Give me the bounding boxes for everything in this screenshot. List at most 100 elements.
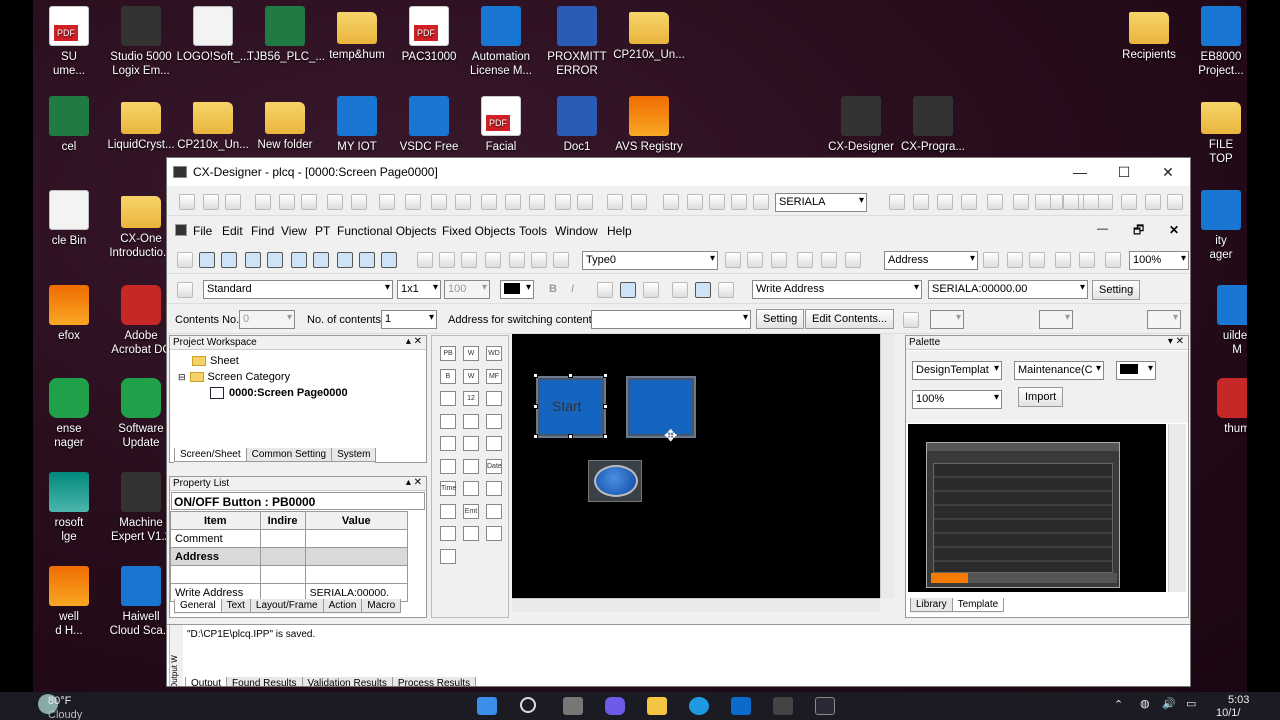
tree-item-category[interactable]: ⊟ Screen Category	[174, 369, 422, 385]
selection-handle[interactable]	[603, 373, 608, 378]
desktop-icon[interactable]: CP210x_Un...	[611, 6, 687, 62]
drawing-tool-icon[interactable]	[553, 252, 569, 268]
palette-zoom-combo[interactable]: 100%	[912, 390, 1002, 409]
desktop-icon[interactable]: cel	[33, 96, 107, 154]
color-combo[interactable]	[500, 280, 534, 299]
table-row[interactable]	[170, 565, 409, 584]
tree-item-page[interactable]: 0000:Screen Page0000	[174, 385, 422, 401]
desktop-icon[interactable]: uilder M	[1199, 285, 1247, 357]
toolbar-button-icon[interactable]	[505, 194, 521, 210]
property-pin-icon[interactable]: ▴ ✕	[406, 477, 422, 488]
desktop-icon[interactable]: M In	[1245, 566, 1247, 636]
drawing-tool-icon[interactable]	[381, 252, 397, 268]
write-address-combo[interactable]: Write Address	[752, 280, 922, 299]
close-button[interactable]: ✕	[1146, 164, 1190, 181]
row-value[interactable]	[304, 547, 409, 566]
toolbar-button-icon[interactable]	[351, 194, 367, 210]
doc-minimize-button[interactable]: —	[1097, 223, 1108, 235]
selection-handle[interactable]	[568, 434, 573, 439]
object-tool-icon[interactable]	[440, 526, 456, 541]
desktop-icon[interactable]: Ro Ins	[1245, 6, 1247, 78]
address-setting-button[interactable]: Setting	[1092, 280, 1141, 300]
desktop-icon[interactable]: EB8000 Project...	[1183, 6, 1247, 78]
selection-handle[interactable]	[533, 434, 538, 439]
align-tool-icon[interactable]	[1105, 252, 1121, 268]
style-combo[interactable]: Standard	[203, 280, 393, 299]
object-tool-icon[interactable]: Time	[440, 481, 456, 496]
minimize-button[interactable]: —	[1058, 164, 1102, 180]
toolbar-button-icon[interactable]	[631, 194, 647, 210]
selection-handle[interactable]	[533, 373, 538, 378]
tab-template[interactable]: Template	[951, 598, 1005, 612]
desktop-icon[interactable]: rosoft lge	[33, 472, 107, 544]
toolbar-button-icon[interactable]	[1083, 194, 1099, 210]
desktop-icon[interactable]: ense nager	[33, 378, 107, 450]
desktop-icon[interactable]: Facial	[463, 96, 539, 154]
tab-system[interactable]: System	[331, 448, 377, 462]
object-tool-icon[interactable]: W	[463, 346, 479, 361]
menu-find[interactable]: Find	[251, 224, 274, 238]
type-combo[interactable]: Type0	[582, 251, 718, 270]
network-icon[interactable]: ◍	[1140, 697, 1150, 710]
toolbar-button-icon[interactable]	[529, 194, 545, 210]
template-preview[interactable]	[908, 424, 1166, 592]
drawing-tool-icon[interactable]	[199, 252, 215, 268]
brush-icon[interactable]	[177, 282, 193, 298]
desktop-icon[interactable]: PAC31000	[391, 6, 467, 64]
drawing-tool-icon[interactable]	[291, 252, 307, 268]
desktop-icon[interactable]: thum	[1199, 378, 1247, 436]
toolbar-button-icon[interactable]	[1167, 194, 1183, 210]
desktop-icon[interactable]: ity ager	[1183, 190, 1247, 262]
desktop-icon[interactable]: CX-Designer	[823, 96, 899, 154]
object-tool-icon[interactable]: Date	[486, 458, 502, 474]
align-tool-icon[interactable]	[845, 252, 861, 268]
start-menu-icon[interactable]	[477, 697, 497, 715]
object-tool-icon[interactable]	[463, 413, 479, 429]
desktop-icon[interactable]: CX-Progra...	[895, 96, 971, 154]
object-tool-icon[interactable]: Emt	[463, 503, 479, 519]
collapse-icon[interactable]: ⊟	[178, 369, 186, 385]
toolbar-button-icon[interactable]	[1063, 194, 1079, 210]
align-right-icon[interactable]	[643, 282, 659, 298]
cx-designer-taskbar-icon[interactable]	[815, 697, 835, 715]
port-combo[interactable]: SERIALA	[775, 193, 867, 212]
object-tool-icon[interactable]	[486, 526, 502, 541]
desktop-icon[interactable]: Pow	[1245, 96, 1247, 154]
bold-icon[interactable]: B	[549, 283, 557, 295]
align-tool-icon[interactable]	[771, 252, 787, 268]
desktop-icon[interactable]: Stu	[1245, 378, 1247, 436]
desktop-icon[interactable]: TJB56_PLC_...	[247, 6, 325, 64]
table-row[interactable]: Comment	[170, 529, 409, 548]
toolbar-button-icon[interactable]	[607, 194, 623, 210]
object-tool-icon[interactable]	[486, 436, 502, 451]
task-view-icon[interactable]	[563, 697, 583, 715]
drawing-tool-icon[interactable]	[509, 252, 525, 268]
toolbar-button-icon[interactable]	[327, 194, 343, 210]
object-tool-icon[interactable]: PB	[440, 346, 456, 361]
tray-chevron-icon[interactable]: ⌃	[1114, 698, 1123, 711]
row-value[interactable]	[304, 565, 409, 584]
drawing-tool-icon[interactable]	[267, 252, 283, 268]
drawing-tool-icon[interactable]	[313, 252, 329, 268]
doc-close-button[interactable]: ✕	[1169, 223, 1179, 237]
teams-icon[interactable]	[605, 697, 625, 715]
align-tool-icon[interactable]	[1007, 252, 1023, 268]
desktop-icon[interactable]: SU ume...	[33, 6, 107, 78]
clock-date[interactable]: 10/1/	[1216, 707, 1240, 719]
align-tool-icon[interactable]	[747, 252, 763, 268]
toolbar-button-icon[interactable]	[455, 194, 471, 210]
object-tool-icon[interactable]	[440, 548, 456, 564]
object-tool-icon[interactable]	[486, 503, 502, 519]
object-tool-icon[interactable]: MF	[486, 368, 502, 384]
object-tool-icon[interactable]	[463, 481, 479, 496]
palette-scrollbar[interactable]	[1168, 424, 1186, 592]
drawing-tool-icon[interactable]	[417, 252, 433, 268]
zoom-combo[interactable]: 100%	[1129, 251, 1189, 270]
onoff-button[interactable]	[626, 376, 696, 438]
desktop-icon[interactable]: PROXMITT ERROR	[539, 6, 615, 78]
object-tool-icon[interactable]: W	[463, 368, 479, 384]
object-tool-icon[interactable]	[486, 481, 502, 496]
drawing-tool-icon[interactable]	[245, 252, 261, 268]
tab-output[interactable]: Output	[185, 677, 228, 686]
address-value-field[interactable]: SERIALA:00000.00	[928, 280, 1088, 299]
